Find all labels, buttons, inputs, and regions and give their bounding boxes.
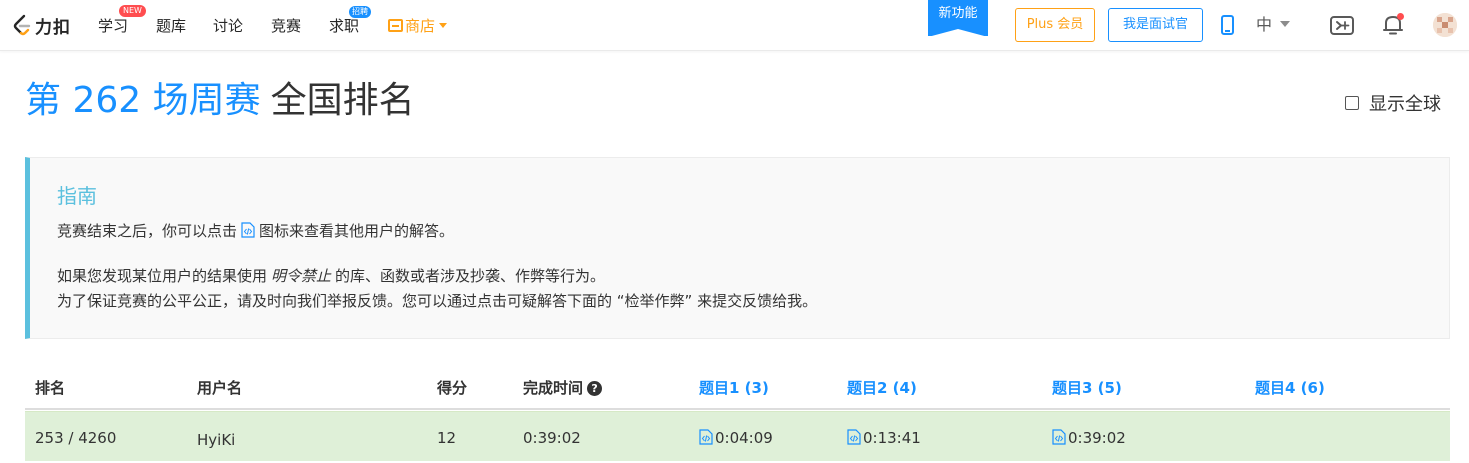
code-file-icon[interactable]	[699, 429, 713, 445]
nav-item-jobs[interactable]: 求职	[329, 15, 359, 37]
guide-emphasis: 明令禁止	[271, 267, 332, 285]
guide-text: 图标来查看其他用户的解答。	[259, 222, 455, 240]
plus-membership-button[interactable]: Plus 会员	[1015, 8, 1095, 42]
guide-line-2: 如果您发现某位用户的结果使用 明令禁止 的库、函数或者涉及抄袭、作弊等行为。	[57, 265, 605, 287]
table-row: 253 / 4260 HyiKi 12 0:39:02 0:04:09 0:13…	[25, 411, 1450, 461]
chevron-down-icon	[1280, 21, 1291, 27]
question-circle-icon[interactable]: ?	[587, 381, 603, 396]
code-file-icon[interactable]	[1052, 429, 1066, 445]
header-username: 用户名	[197, 379, 243, 397]
guide-text: 的库、函数或者涉及抄袭、作弊等行为。	[335, 267, 606, 285]
leetcode-logo-icon	[13, 14, 31, 36]
mobile-icon[interactable]	[1221, 15, 1234, 35]
nav-item-store[interactable]: 商店	[388, 15, 448, 37]
code-file-icon[interactable]	[847, 429, 861, 445]
cell-finish-time: 0:39:02	[523, 429, 581, 447]
language-selector[interactable]: 中	[1256, 13, 1291, 37]
language-label: 中	[1256, 15, 1273, 34]
cell-question-3[interactable]: 0:39:02	[1052, 428, 1126, 448]
ranking-scope-title: 全国排名	[270, 80, 415, 121]
logo[interactable]: 力扣	[12, 13, 71, 38]
question-1-time: 0:04:09	[715, 429, 773, 447]
guide-text: 竞赛结束之后，你可以点击	[57, 222, 238, 240]
cell-rank: 253 / 4260	[35, 429, 117, 447]
nav-item-contest[interactable]: 竞赛	[271, 15, 301, 37]
show-global-toggle[interactable]: 显示全球	[1345, 90, 1441, 116]
cell-score: 12	[437, 429, 457, 447]
nav-item-problems[interactable]: 题库	[156, 15, 186, 37]
guide-text: 如果您发现某位用户的结果使用	[57, 267, 268, 285]
guide-line-1: 竞赛结束之后，你可以点击 图标来查看其他用户的解答。	[57, 220, 454, 242]
question-2-time: 0:13:41	[863, 429, 921, 447]
nav-item-learn[interactable]: 学习	[98, 15, 128, 37]
header-question-3[interactable]: 题目3 (5)	[1052, 378, 1122, 398]
header-question-4[interactable]: 题目4 (6)	[1255, 378, 1325, 398]
top-navbar: 力扣 学习 NEW 题库 讨论 竞赛 求职 招聘 商店 新功能 Plus 会员 …	[0, 0, 1469, 51]
header-question-2[interactable]: 题目2 (4)	[847, 378, 917, 398]
ranking-table-header: 排名 用户名 得分 完成时间? 题目1 (3) 题目2 (4) 题目3 (5) …	[25, 368, 1450, 410]
chevron-down-icon	[439, 23, 448, 28]
cell-question-1[interactable]: 0:04:09	[699, 428, 773, 448]
header-rank: 排名	[35, 379, 66, 397]
header-finish-time: 完成时间?	[523, 378, 603, 398]
guide-panel: 指南 竞赛结束之后，你可以点击 图标来查看其他用户的解答。 如果您发现某位用户的结…	[25, 157, 1450, 339]
header-score: 得分	[437, 379, 468, 397]
nav-item-discuss[interactable]: 讨论	[213, 15, 243, 37]
logo-text: 力扣	[35, 17, 71, 38]
new-badge: NEW	[119, 5, 146, 17]
guide-title: 指南	[57, 184, 97, 208]
header-question-1[interactable]: 题目1 (3)	[699, 378, 769, 398]
guide-line-3: 为了保证竞赛的公平公正，请及时向我们举报反馈。您可以通过点击可疑解答下面的 “检…	[57, 292, 818, 310]
show-global-checkbox[interactable]	[1345, 96, 1359, 110]
code-file-icon	[241, 222, 255, 238]
new-feature-ribbon[interactable]: 新功能	[928, 0, 988, 37]
cell-username[interactable]: HyiKi	[197, 430, 235, 450]
notification-dot	[1397, 13, 1404, 20]
page-title: 第 262 场周赛 全国排名	[25, 78, 415, 124]
avatar[interactable]	[1433, 13, 1457, 37]
question-3-time: 0:39:02	[1068, 429, 1126, 447]
store-icon	[388, 19, 403, 32]
interviewer-button[interactable]: 我是面试官	[1108, 8, 1203, 42]
store-label: 商店	[405, 17, 436, 35]
show-global-label: 显示全球	[1369, 94, 1441, 115]
cell-question-2[interactable]: 0:13:41	[847, 428, 921, 448]
hiring-badge: 招聘	[349, 6, 371, 18]
contest-title-link[interactable]: 第 262 场周赛	[25, 80, 261, 121]
console-icon[interactable]	[1330, 16, 1354, 35]
header-finish-time-label: 完成时间	[523, 379, 584, 397]
